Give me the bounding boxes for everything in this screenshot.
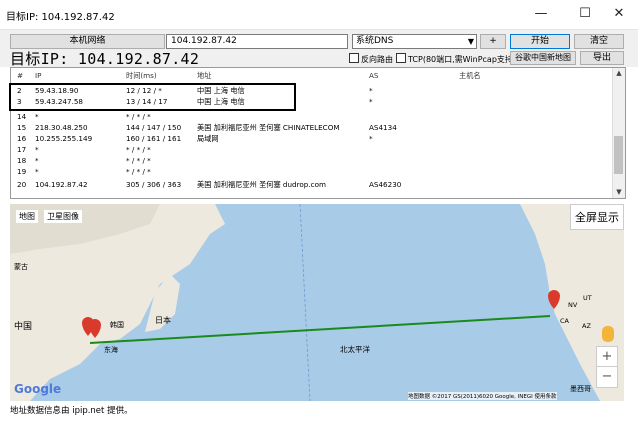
street-view-pegman-icon[interactable]: [602, 326, 614, 342]
map-attribution: 地图数据 ©2017 GS(2011)6020 Google, INEGI 使用…: [408, 392, 557, 400]
reverse-route-label: 反向路由: [361, 55, 393, 64]
cell-as: *: [369, 134, 373, 143]
col-header-num: #: [17, 71, 24, 80]
export-button[interactable]: 导出: [580, 51, 624, 65]
cell-address: 美国 加利福尼亚州 圣何塞 CHINATELECOM: [197, 123, 340, 132]
table-scrollbar[interactable]: ▲ ▼: [612, 68, 625, 198]
maximize-button[interactable]: ☐: [570, 4, 600, 24]
cell-time: * / * / *: [126, 145, 151, 154]
table-row[interactable]: 20 104.192.87.42 305 / 306 / 363 美国 加利福尼…: [11, 180, 611, 191]
table-header: # IP 时间(ms) 地址 AS 主机名: [11, 71, 611, 82]
cell-ip: 104.192.87.42: [35, 180, 88, 189]
reverse-route-checkbox[interactable]: 反向路由: [349, 53, 393, 65]
cell-time: 160 / 161 / 161: [126, 134, 182, 143]
cell-num: 19: [17, 167, 27, 176]
add-button[interactable]: +: [480, 34, 506, 49]
cell-ip: *: [35, 112, 39, 121]
title-bar: 目标IP: 104.192.87.42 — ☐ ✕: [0, 0, 638, 30]
clear-button[interactable]: 清空: [574, 34, 624, 49]
cell-time: * / * / *: [126, 112, 151, 121]
zoom-out-button[interactable]: −: [596, 366, 618, 388]
cell-num: 16: [17, 134, 27, 143]
cell-time: 144 / 147 / 150: [126, 123, 182, 132]
start-button[interactable]: 开始: [510, 34, 570, 49]
google-logo: Google: [14, 382, 62, 396]
table-row[interactable]: 18 * * / * / *: [11, 156, 611, 167]
col-header-address: 地址: [197, 71, 212, 80]
cell-ip: 10.255.255.149: [35, 134, 93, 143]
target-ip-input[interactable]: 104.192.87.42: [166, 34, 348, 49]
table-row[interactable]: 16 10.255.255.149 160 / 161 / 161 局域网 *: [11, 134, 611, 145]
col-header-hostname: 主机名: [459, 71, 481, 80]
cell-num: 14: [17, 112, 27, 121]
checkbox-box[interactable]: [396, 53, 406, 63]
map-label-north-pacific: 北太平洋: [340, 345, 370, 354]
map-tab[interactable]: 地图: [16, 210, 38, 223]
cell-ip: 218.30.48.250: [35, 123, 88, 132]
chevron-down-icon: ▼: [467, 37, 474, 46]
table-row[interactable]: 19 * * / * / *: [11, 167, 611, 178]
cell-ip: *: [35, 167, 39, 176]
table-row[interactable]: 15 218.30.48.250 144 / 147 / 150 美国 加利福尼…: [11, 123, 611, 134]
cell-time: * / * / *: [126, 167, 151, 176]
fullscreen-button[interactable]: 全屏显示: [570, 204, 624, 230]
zoom-in-button[interactable]: +: [596, 346, 618, 368]
google-map-button[interactable]: 谷歌中国新地图: [510, 51, 576, 65]
map-label-ca: CA: [560, 317, 569, 325]
target-heading: 目标IP: 104.192.87.42: [10, 50, 200, 68]
table-row[interactable]: 17 * * / * / *: [11, 145, 611, 156]
checkbox-box[interactable]: [349, 53, 359, 63]
cell-num: 15: [17, 123, 27, 132]
map-label-korea: 韩国: [110, 321, 124, 329]
cell-num: 18: [17, 156, 27, 165]
map-label-east-sea: 东海: [104, 346, 118, 354]
map-label-mexico: 墨西哥: [570, 385, 591, 393]
cell-ip: *: [35, 156, 39, 165]
cell-num: 20: [17, 180, 27, 189]
cell-as: *: [369, 86, 373, 95]
scrollbar-thumb[interactable]: [614, 136, 623, 174]
scroll-up-icon[interactable]: ▲: [613, 69, 625, 77]
minimize-button[interactable]: —: [526, 4, 556, 24]
cell-address: 美国 加利福尼亚州 圣何塞 dudrop.com: [197, 180, 326, 189]
close-button[interactable]: ✕: [604, 4, 634, 24]
cell-time: * / * / *: [126, 156, 151, 165]
map-label-az: AZ: [582, 322, 591, 330]
local-network-button[interactable]: 本机网络: [10, 34, 165, 49]
status-bar: 地址数据信息由 ipip.net 提供。: [10, 406, 133, 416]
cell-as: *: [369, 97, 373, 106]
cell-as: AS46230: [369, 180, 402, 189]
cell-ip: *: [35, 145, 39, 154]
tcp-label: TCP(80端口,需WinPcap支持): [408, 55, 517, 64]
scroll-down-icon[interactable]: ▼: [613, 188, 625, 196]
col-header-time: 时间(ms): [126, 71, 157, 80]
map-canvas: [10, 204, 624, 401]
tcp-checkbox[interactable]: TCP(80端口,需WinPcap支持): [396, 53, 516, 65]
map-label-ut: UT: [583, 294, 592, 302]
cell-as: AS4134: [369, 123, 397, 132]
table-row[interactable]: 14 * * / * / *: [11, 112, 611, 123]
map-label-china: 中国: [14, 322, 33, 332]
route-map[interactable]: 地图 卫星图像 全屏显示 蒙古 中国 韩国 日本 北太平洋 东海 CA NV U…: [10, 204, 624, 401]
cell-num: 17: [17, 145, 27, 154]
highlight-box: [9, 83, 296, 111]
satellite-tab[interactable]: 卫星图像: [44, 210, 82, 223]
col-header-as: AS: [369, 71, 379, 80]
dateline: [299, 204, 311, 401]
dns-select[interactable]: 系统DNS ▼: [352, 34, 477, 49]
dns-select-value: 系统DNS: [356, 36, 394, 46]
cell-address: 局域网: [197, 134, 219, 143]
cell-time: 305 / 306 / 363: [126, 180, 182, 189]
window-title: 目标IP: 104.192.87.42: [6, 12, 115, 23]
map-label-nv: NV: [568, 301, 578, 309]
map-label-mongolia: 蒙古: [14, 263, 28, 271]
col-header-ip: IP: [35, 71, 42, 80]
map-label-japan: 日本: [155, 316, 171, 325]
